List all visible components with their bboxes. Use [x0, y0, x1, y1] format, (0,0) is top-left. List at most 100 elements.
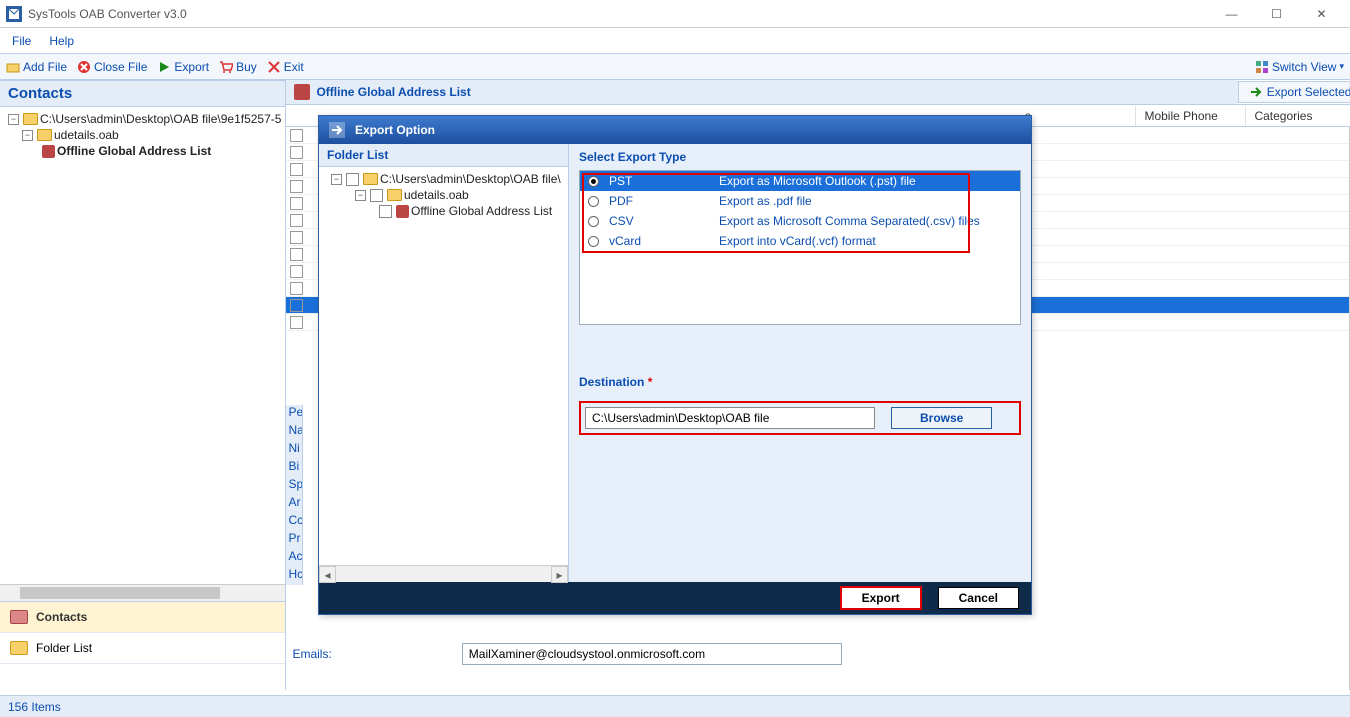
- radio-icon[interactable]: [588, 196, 599, 207]
- app-icon: [6, 6, 22, 22]
- dialog-tree[interactable]: − C:\Users\admin\Desktop\OAB file\ − ude…: [319, 167, 568, 565]
- dialog-horizontal-scrollbar[interactable]: ◂▸: [319, 565, 568, 582]
- export-type-list: PSTExport as Microsoft Outlook (.pst) fi…: [579, 170, 1021, 325]
- folder-icon: [37, 129, 52, 141]
- checkbox[interactable]: [290, 146, 303, 159]
- radio-icon[interactable]: [588, 176, 599, 187]
- export-selected-button[interactable]: Export Selected: [1238, 81, 1350, 103]
- export-type-pst[interactable]: PSTExport as Microsoft Outlook (.pst) fi…: [580, 171, 1020, 191]
- select-export-type-header: Select Export Type: [569, 144, 1031, 170]
- destination-input[interactable]: [585, 407, 875, 429]
- destination-label: Destination *: [579, 375, 652, 389]
- col-e[interactable]: e: [1016, 106, 1136, 126]
- folder-icon: [387, 189, 402, 201]
- close-file-button[interactable]: Close File: [77, 60, 147, 74]
- checkbox[interactable]: [290, 197, 303, 210]
- chevron-down-icon: ▾: [1339, 61, 1344, 72]
- dialog-export-button[interactable]: Export: [840, 586, 922, 610]
- browse-button[interactable]: Browse: [891, 407, 992, 429]
- tree-list[interactable]: Offline Global Address List: [4, 143, 281, 159]
- collapse-icon[interactable]: −: [22, 130, 33, 141]
- export-arrow-icon: [1249, 85, 1263, 99]
- checkbox[interactable]: [290, 129, 303, 142]
- maximize-button[interactable]: ☐: [1254, 0, 1299, 28]
- detail-label: Pr: [286, 531, 302, 549]
- list-header: Offline Global Address List: [286, 80, 1237, 104]
- radio-icon[interactable]: [588, 216, 599, 227]
- contacts-header: Contacts: [0, 80, 285, 107]
- col-mobile-phone[interactable]: Mobile Phone: [1136, 106, 1246, 126]
- destination-row: Browse: [579, 401, 1021, 435]
- contacts-icon: [10, 610, 28, 624]
- menu-help[interactable]: Help: [49, 34, 74, 48]
- folder-open-icon: [6, 60, 20, 74]
- dlg-tree-list[interactable]: Offline Global Address List: [321, 203, 566, 219]
- dlg-tree-root[interactable]: − C:\Users\admin\Desktop\OAB file\: [321, 171, 566, 187]
- dlg-tree-file[interactable]: − udetails.oab: [321, 187, 566, 203]
- menu-bar: File Help: [0, 28, 1350, 54]
- scroll-right-icon[interactable]: ▸: [551, 566, 568, 583]
- folder-icon: [23, 113, 38, 125]
- checkbox[interactable]: [290, 163, 303, 176]
- export-type-csv[interactable]: CSVExport as Microsoft Comma Separated(.…: [580, 211, 1020, 231]
- checkbox[interactable]: [290, 316, 303, 329]
- detail-label: Sp: [286, 477, 302, 495]
- add-file-button[interactable]: Add File: [6, 60, 67, 74]
- export-button[interactable]: Export: [157, 60, 209, 74]
- nav-folder-list[interactable]: Folder List: [0, 633, 285, 664]
- radio-icon[interactable]: [588, 236, 599, 247]
- window-title: SysTools OAB Converter v3.0: [28, 7, 1209, 21]
- buy-button[interactable]: Buy: [219, 60, 257, 74]
- checkbox[interactable]: [370, 189, 383, 202]
- tree-file[interactable]: − udetails.oab: [4, 127, 281, 143]
- tree-root[interactable]: − C:\Users\admin\Desktop\OAB file\9e1f52…: [4, 111, 281, 127]
- close-button[interactable]: ✕: [1299, 0, 1344, 28]
- collapse-icon[interactable]: −: [8, 114, 19, 125]
- folder-icon: [363, 173, 378, 185]
- checkbox[interactable]: [290, 248, 303, 261]
- dialog-cancel-button[interactable]: Cancel: [938, 587, 1019, 609]
- dialog-title-bar[interactable]: Export Option: [319, 116, 1031, 144]
- status-bar: 156 Items: [0, 695, 1350, 717]
- exit-button[interactable]: Exit: [267, 60, 304, 74]
- checkbox[interactable]: [290, 265, 303, 278]
- emails-row: Emails: MailXaminer@cloudsystool.onmicro…: [286, 643, 1349, 665]
- checkbox[interactable]: [346, 173, 359, 186]
- export-option-dialog: Export Option Folder List − C:\Users\adm…: [318, 115, 1032, 615]
- col-categories[interactable]: Categories: [1246, 106, 1350, 126]
- checkbox[interactable]: [290, 214, 303, 227]
- scroll-left-icon[interactable]: ◂: [319, 566, 336, 583]
- collapse-icon[interactable]: −: [355, 190, 366, 201]
- minimize-button[interactable]: —: [1209, 0, 1254, 28]
- switch-view-button[interactable]: Switch View ▾: [1255, 60, 1344, 74]
- address-book-icon: [294, 84, 310, 100]
- detail-label: Bi: [286, 459, 302, 477]
- folder-icon: [10, 641, 28, 655]
- detail-label: Ar: [286, 495, 302, 513]
- export-type-vcard[interactable]: vCardExport into vCard(.vcf) format: [580, 231, 1020, 251]
- emails-value[interactable]: MailXaminer@cloudsystool.onmicrosoft.com: [462, 643, 842, 665]
- detail-label: Hc: [286, 567, 302, 585]
- export-type-pdf[interactable]: PDFExport as .pdf file: [580, 191, 1020, 211]
- left-nav: Contacts Folder List: [0, 601, 285, 690]
- details-labels: PeNaNiBiSpArCcPrAcHc: [286, 405, 303, 585]
- x-icon: [267, 60, 281, 74]
- checkbox[interactable]: [290, 180, 303, 193]
- nav-contacts[interactable]: Contacts: [0, 602, 285, 633]
- detail-label: Ni: [286, 441, 302, 459]
- grid-icon: [1255, 60, 1269, 74]
- export-icon: [329, 122, 345, 138]
- checkbox[interactable]: [290, 299, 303, 312]
- emails-label: Emails:: [292, 647, 331, 661]
- collapse-icon[interactable]: −: [331, 174, 342, 185]
- horizontal-scrollbar[interactable]: [0, 584, 285, 601]
- item-count: 156 Items: [8, 700, 61, 714]
- detail-label: Pe: [286, 405, 302, 423]
- menu-file[interactable]: File: [12, 34, 31, 48]
- checkbox[interactable]: [290, 282, 303, 295]
- checkbox[interactable]: [290, 231, 303, 244]
- contacts-tree[interactable]: − C:\Users\admin\Desktop\OAB file\9e1f52…: [0, 107, 285, 584]
- toolbar: Add File Close File Export Buy Exit Swit…: [0, 54, 1350, 80]
- close-circle-icon: [77, 60, 91, 74]
- checkbox[interactable]: [379, 205, 392, 218]
